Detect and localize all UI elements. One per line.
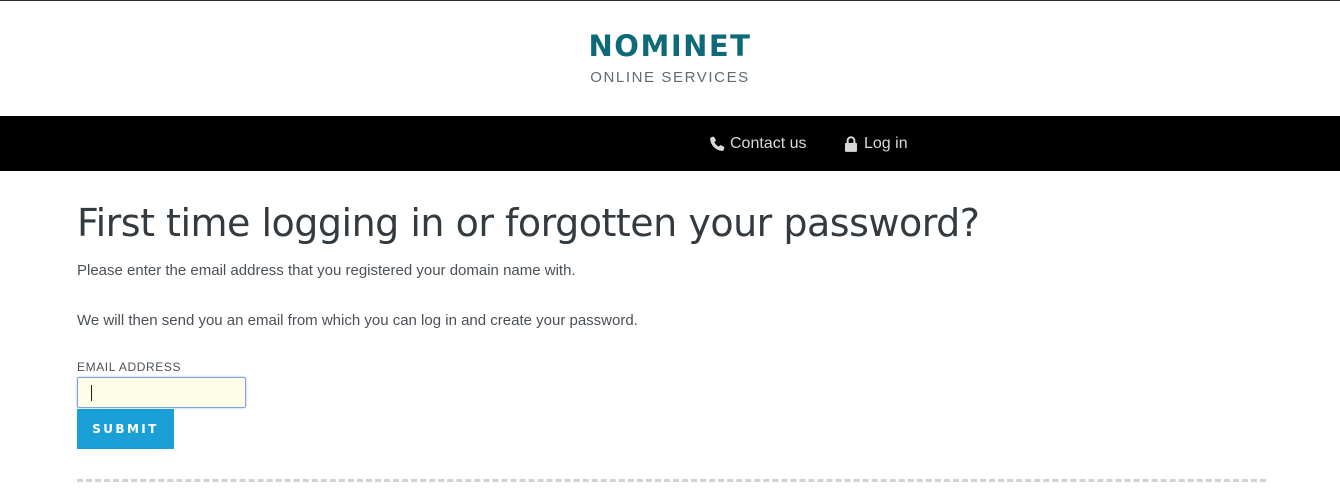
nav-contact-us[interactable]: Contact us [708,116,806,171]
submit-button[interactable]: SUBMIT [77,409,174,449]
nav-log-in[interactable]: Log in [842,116,908,171]
email-address-input[interactable] [77,377,246,408]
email-address-label: EMAIL ADDRESS [77,360,182,374]
text-caret [91,385,92,401]
instructions-text: Please enter the email address that you … [77,262,576,279]
nav-log-in-label: Log in [864,134,908,152]
section-divider [77,479,1266,482]
page-title: First time logging in or forgotten your … [77,201,980,245]
nav-contact-us-label: Contact us [730,134,807,152]
lock-icon [842,135,860,153]
top-navbar: Contact us Log in [0,116,1340,171]
site-header: NOMINET ONLINE SERVICES [0,1,1340,116]
logo-wordmark: NOMINET [588,29,752,63]
phone-icon [708,135,726,153]
email-info-text: We will then send you an email from whic… [77,312,638,329]
logo-subtitle: ONLINE SERVICES [590,69,750,86]
